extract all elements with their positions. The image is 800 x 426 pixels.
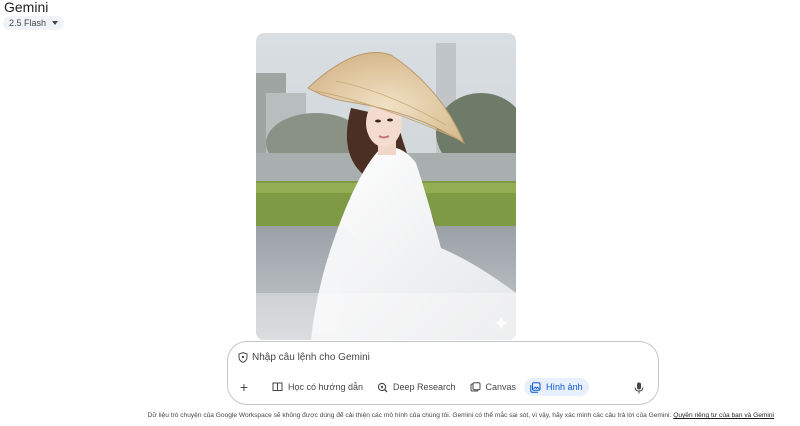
add-button[interactable]: + <box>236 380 252 394</box>
tool-canvas-button[interactable]: Canvas <box>464 378 523 396</box>
tool-canvas-label: Canvas <box>485 382 517 392</box>
app-title: Gemini <box>4 0 49 15</box>
shield-icon <box>238 352 248 363</box>
sparkle-icon <box>494 316 508 330</box>
canvas-icon <box>470 381 481 391</box>
generated-image[interactable] <box>256 33 516 340</box>
image-icon <box>530 381 541 393</box>
chevron-down-icon <box>52 21 59 25</box>
prompt-input[interactable] <box>252 352 632 363</box>
disclaimer-text: Dữ liệu trò chuyện của Google Workspace … <box>147 412 672 419</box>
tool-guided-learning-label: Học có hướng dẫn <box>288 382 363 392</box>
footer-disclaimer: Dữ liệu trò chuyện của Google Workspace … <box>0 412 774 419</box>
generated-image-illustration <box>256 33 516 340</box>
privacy-link[interactable]: Quyền riêng tư của bạn và Gemini <box>673 412 774 419</box>
model-picker[interactable]: 2.5 Flash <box>3 16 65 30</box>
guided-learning-icon <box>272 382 283 392</box>
tool-image-label: Hình ảnh <box>546 382 583 392</box>
tool-image-button[interactable]: Hình ảnh <box>524 378 589 396</box>
tool-guided-learning-button[interactable]: Học có hướng dẫn <box>266 378 369 396</box>
tool-deep-research-button[interactable]: Deep Research <box>371 378 462 396</box>
microphone-icon <box>634 382 644 394</box>
prompt-composer: + Học có hướng dẫn Deep Research Canvas <box>227 341 659 405</box>
tool-deep-research-label: Deep Research <box>392 382 456 392</box>
deep-research-icon <box>377 382 388 392</box>
microphone-button[interactable] <box>634 381 644 399</box>
model-label: 2.5 Flash <box>9 18 47 28</box>
